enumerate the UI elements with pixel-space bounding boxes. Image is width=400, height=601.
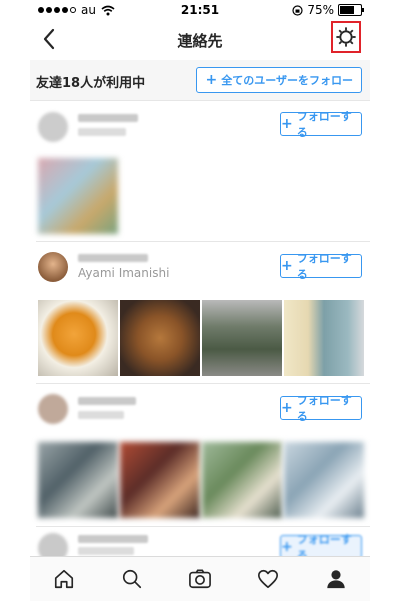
tab-home[interactable]	[44, 559, 84, 599]
contact-item: + フォローする	[30, 384, 370, 524]
status-bar: au 21:51 75%	[0, 0, 400, 20]
tab-profile[interactable]	[316, 559, 356, 599]
tab-bar	[30, 556, 370, 601]
camera-icon	[189, 569, 211, 589]
rotation-lock-icon	[292, 4, 303, 16]
post-thumbnail[interactable]	[284, 300, 364, 376]
follow-all-button[interactable]: + 全てのユーザーをフォロー	[196, 67, 362, 93]
plus-icon: +	[205, 72, 218, 88]
battery-percent: 75%	[307, 3, 334, 17]
avatar[interactable]	[38, 533, 68, 556]
post-thumbnail[interactable]	[120, 300, 200, 376]
username-blurred	[78, 114, 138, 122]
battery-group: 75%	[292, 3, 364, 17]
friends-count-text: 友達18人が利用中	[36, 76, 146, 91]
fullname-blurred	[78, 547, 134, 555]
follow-button[interactable]: + フォローする	[280, 110, 362, 139]
post-thumbnail[interactable]	[38, 300, 118, 376]
avatar[interactable]	[38, 394, 68, 424]
follow-button-label: フォローする	[296, 110, 352, 139]
plus-icon: +	[281, 400, 293, 416]
heart-icon	[258, 569, 278, 589]
contact-item: Ayami Imanishi + フォローする	[30, 242, 370, 382]
post-thumbnail[interactable]	[120, 442, 200, 518]
username-blurred	[78, 254, 148, 262]
username-blurred	[78, 535, 148, 543]
post-thumbnail[interactable]	[38, 442, 118, 518]
search-icon	[122, 569, 142, 589]
follow-button[interactable]: + フォローする	[280, 394, 362, 423]
profile-icon	[327, 570, 345, 589]
post-thumbnail[interactable]	[202, 442, 282, 518]
follow-button-label: フォローする	[296, 252, 352, 281]
follow-button[interactable]: + フォローする	[280, 533, 362, 556]
avatar[interactable]	[38, 252, 68, 282]
follow-button[interactable]: + フォローする	[280, 252, 362, 281]
tab-activity[interactable]	[248, 559, 288, 599]
fullname-blurred	[78, 411, 124, 419]
avatar[interactable]	[38, 112, 68, 142]
fullname-blurred	[78, 128, 126, 136]
friends-banner: 友達18人が利用中 + 全てのユーザーをフォロー	[30, 60, 370, 101]
username-blurred	[78, 397, 136, 405]
plus-icon: +	[281, 539, 293, 555]
settings-button[interactable]	[331, 21, 361, 53]
plus-icon: +	[281, 258, 293, 274]
contact-item: + フォローする	[30, 527, 370, 556]
follow-button-label: フォローする	[296, 533, 352, 556]
post-thumbnail[interactable]	[202, 300, 282, 376]
contact-item: + フォローする	[30, 100, 370, 240]
nav-bar: 連絡先	[30, 20, 370, 58]
home-icon	[54, 569, 74, 589]
follow-button-label: フォローする	[296, 394, 352, 423]
follow-all-label: 全てのユーザーをフォロー	[221, 74, 353, 87]
page-title: 連絡先	[177, 32, 223, 50]
post-thumbnail[interactable]	[284, 442, 364, 518]
plus-icon: +	[281, 116, 293, 132]
tab-search[interactable]	[112, 559, 152, 599]
tab-camera[interactable]	[180, 559, 220, 599]
gear-icon	[336, 27, 356, 47]
battery-icon	[338, 4, 364, 16]
post-thumbnail[interactable]	[38, 158, 118, 234]
contact-full-name: Ayami Imanishi	[78, 266, 170, 280]
